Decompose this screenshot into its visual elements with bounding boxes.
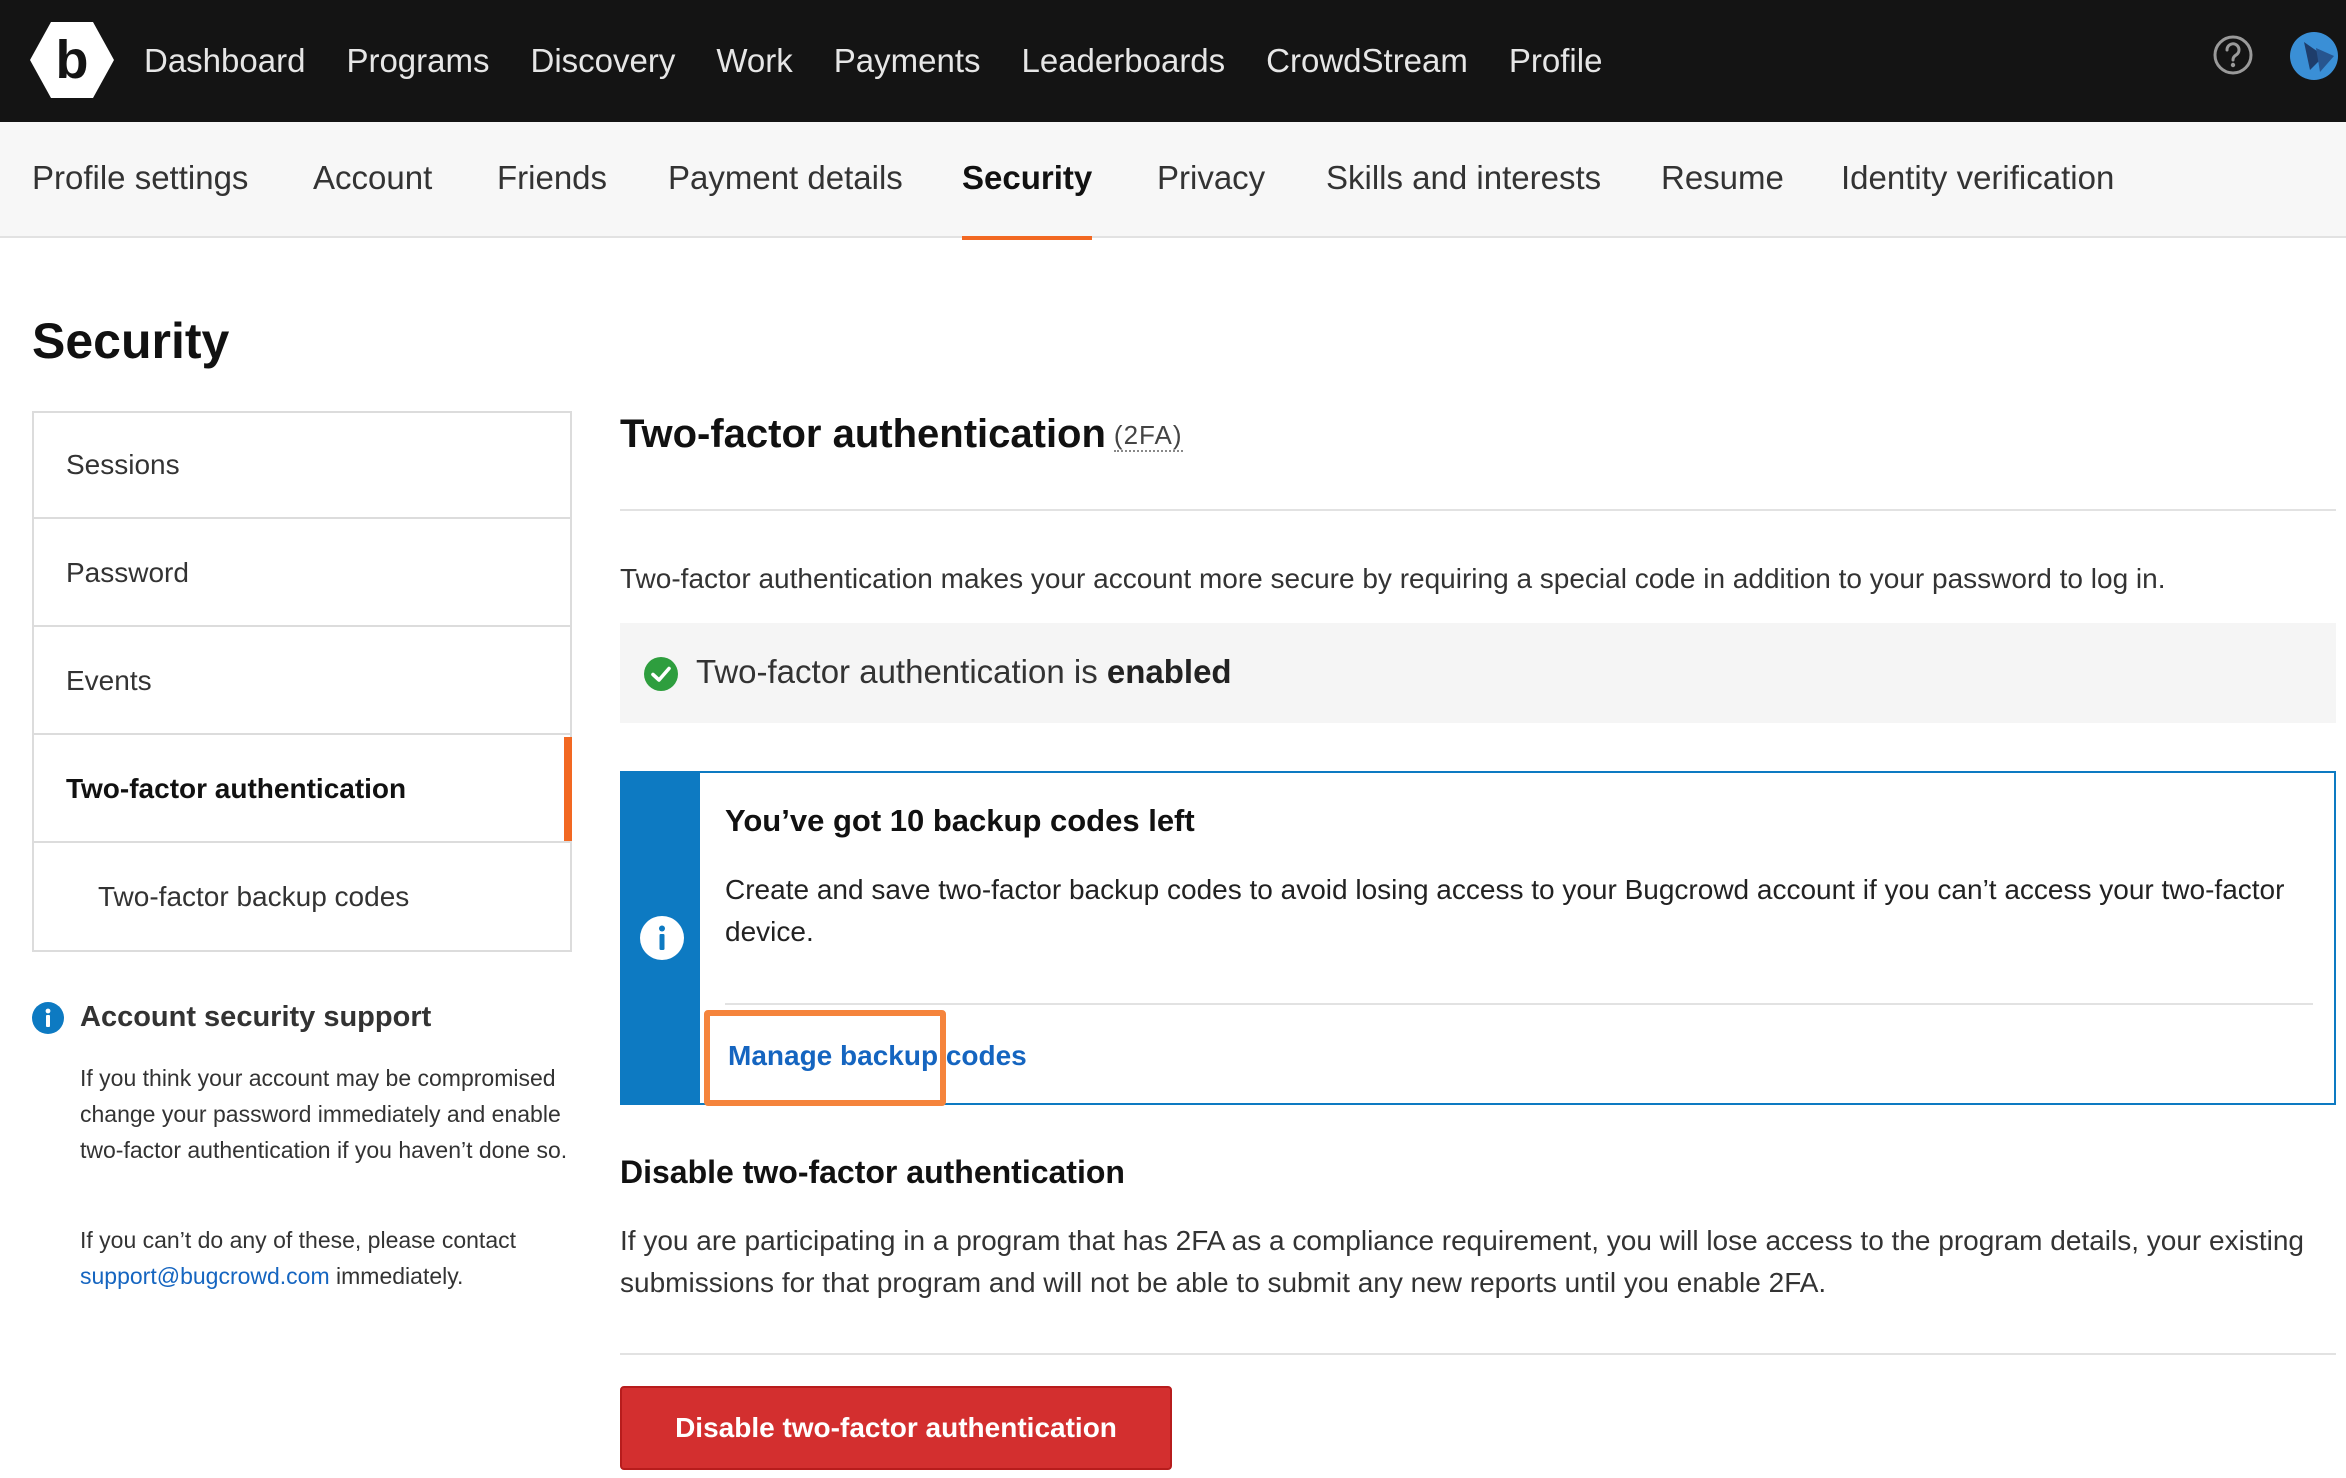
backup-codes-text: Create and save two-factor backup codes … [725, 874, 2285, 947]
support-email-link[interactable]: support@bugcrowd.com [80, 1263, 330, 1289]
section-title: Two-factor authentication (2FA) [620, 412, 1183, 457]
top-navigation-bar: b Dashboard Programs Discovery Work Paym… [0, 0, 2346, 122]
tab-identity-verification[interactable]: Identity verification [1841, 122, 2114, 238]
nav-crowdstream[interactable]: CrowdStream [1266, 42, 1468, 80]
section-title-text: Two-factor authentication [620, 412, 1106, 456]
section-title-abbreviation: (2FA) [1113, 420, 1183, 452]
tab-profile-settings[interactable]: Profile settings [32, 122, 248, 238]
nav-dashboard[interactable]: Dashboard [144, 42, 305, 80]
status-banner: Two-factor authentication is enabled [620, 623, 2336, 723]
divider [620, 1353, 2336, 1355]
tab-friends[interactable]: Friends [497, 122, 607, 238]
manage-backup-codes-link[interactable]: Manage backup codes [728, 1040, 1027, 1072]
help-circle-icon[interactable] [2212, 34, 2254, 76]
tab-account[interactable]: Account [313, 122, 432, 238]
security-side-menu: Sessions Password Events Two-factor auth… [32, 411, 572, 952]
disable-two-factor-button[interactable]: Disable two-factor authentication [620, 1386, 1172, 1470]
user-avatar-icon[interactable] [2290, 32, 2338, 80]
nav-work[interactable]: Work [716, 42, 792, 80]
divider [620, 509, 2336, 511]
backup-codes-title: You’ve got 10 backup codes left [725, 803, 1195, 838]
side-item-password[interactable]: Password [34, 521, 570, 627]
main-nav: Dashboard Programs Discovery Work Paymen… [144, 0, 1643, 122]
disable-section-text: If you are participating in a program th… [620, 1225, 2304, 1298]
tab-resume[interactable]: Resume [1661, 122, 1784, 238]
support-contact-prefix: If you can’t do any of these, please con… [80, 1227, 517, 1253]
intro-text: Two-factor authentication makes your acc… [620, 563, 2166, 594]
status-text: Two-factor authentication is enabled [696, 653, 1232, 691]
backup-codes-notice: You’ve got 10 backup codes left Create a… [620, 771, 2336, 1106]
side-item-sessions[interactable]: Sessions [34, 413, 570, 519]
tab-security[interactable]: Security [962, 122, 1093, 240]
nav-programs[interactable]: Programs [346, 42, 489, 80]
manage-backup-codes-highlight: Manage backup codes [704, 1010, 1027, 1106]
tab-payment-details[interactable]: Payment details [668, 122, 903, 238]
side-item-events[interactable]: Events [34, 629, 570, 735]
nav-leaderboards[interactable]: Leaderboards [1022, 42, 1226, 80]
bugcrowd-logo-icon[interactable]: b [30, 20, 114, 100]
support-text: If you think your account may be comprom… [80, 1065, 568, 1163]
info-circle-icon [32, 1002, 64, 1034]
info-circle-icon [640, 916, 684, 960]
side-item-two-factor-backup-codes[interactable]: Two-factor backup codes [34, 845, 570, 951]
nav-profile[interactable]: Profile [1509, 42, 1603, 80]
settings-tabs: Profile settings Account Friends Payment… [0, 122, 2346, 240]
support-contact-suffix: immediately. [336, 1263, 464, 1289]
disable-section-title: Disable two-factor authentication [620, 1154, 1125, 1190]
nav-payments[interactable]: Payments [834, 42, 981, 80]
tab-skills-and-interests[interactable]: Skills and interests [1326, 122, 1601, 238]
notice-divider [725, 1003, 2313, 1005]
status-prefix: Two-factor authentication is [696, 653, 1098, 690]
nav-discovery[interactable]: Discovery [531, 42, 676, 80]
page-title: Security [32, 313, 230, 369]
check-circle-icon [644, 657, 678, 691]
svg-text:b: b [56, 30, 89, 90]
side-item-two-factor-authentication[interactable]: Two-factor authentication [34, 737, 572, 843]
support-contact-text: If you can’t do any of these, please con… [80, 1222, 580, 1294]
support-title: Account security support [80, 1001, 432, 1033]
status-value: enabled [1106, 653, 1232, 690]
tab-privacy[interactable]: Privacy [1157, 122, 1265, 238]
